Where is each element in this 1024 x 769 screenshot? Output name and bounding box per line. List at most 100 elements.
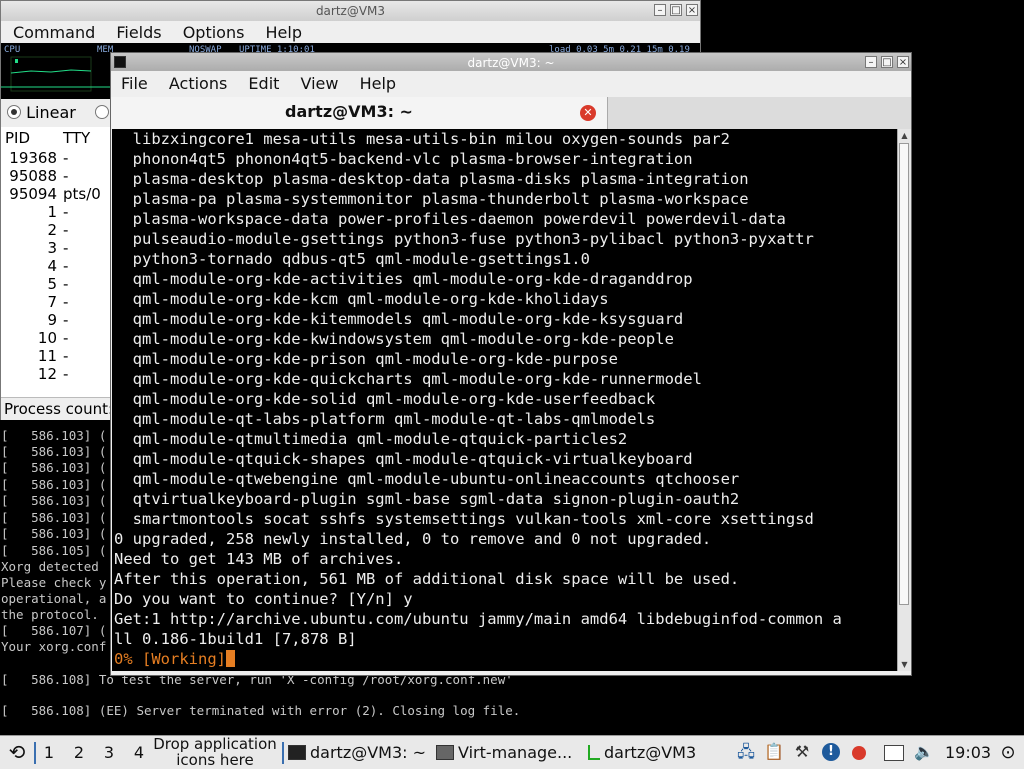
process-row[interactable]: 1- [1, 203, 111, 221]
show-desktop-icon[interactable] [884, 745, 904, 761]
process-row[interactable]: 9- [1, 311, 111, 329]
terminal-line: libzxingcore1 mesa-utils mesa-utils-bin … [114, 130, 730, 148]
process-tty: - [63, 221, 69, 239]
process-pid: 2 [47, 221, 57, 239]
terminal-tab[interactable]: dartz@VM3: ~ ✕ [111, 97, 608, 129]
process-pid: 11 [37, 347, 57, 365]
process-row[interactable]: 3- [1, 239, 111, 257]
menu-help[interactable]: Help [360, 74, 396, 93]
terminal-line: qml-module-org-kde-quickcharts qml-modul… [114, 370, 702, 388]
scrollbar-thumb[interactable] [899, 143, 909, 605]
close-icon[interactable]: × [897, 56, 909, 68]
terminal-progress-line: 0% [Working] [114, 649, 235, 669]
terminal-menubar: File Actions Edit View Help [111, 71, 911, 97]
maximize-icon[interactable]: □ [670, 4, 682, 16]
terminal-cursor [225, 650, 235, 667]
menu-options[interactable]: Options [183, 23, 245, 42]
terminal-line: qml-module-org-kde-kitemmodels qml-modul… [114, 310, 684, 328]
task-process-monitor[interactable]: dartz@VM3 [588, 738, 696, 767]
process-pid: 95094 [9, 185, 57, 203]
terminal-line: 0 upgraded, 258 newly installed, 0 to re… [114, 530, 712, 548]
process-row[interactable]: 19368- [1, 149, 111, 167]
menu-actions[interactable]: Actions [169, 74, 227, 93]
process-row[interactable]: 4- [1, 257, 111, 275]
workspace-2[interactable]: 2 [69, 740, 89, 765]
process-pid: 4 [47, 257, 57, 275]
process-row[interactable]: 7- [1, 293, 111, 311]
task-virt-manager[interactable]: Virt-manage... [436, 738, 572, 767]
close-icon[interactable]: × [686, 4, 698, 16]
maximize-icon[interactable]: □ [881, 56, 893, 68]
process-monitor-titlebar[interactable]: dartz@VM3 – □ × [1, 1, 700, 22]
user-icon[interactable]: ⊙ [998, 736, 1018, 769]
radio-other[interactable] [94, 105, 109, 119]
radio-linear[interactable] [7, 105, 21, 119]
process-monitor-menubar: Command Fields Options Help [1, 21, 700, 45]
notification-icon[interactable]: ! [822, 743, 840, 761]
stop-icon[interactable] [852, 746, 866, 760]
workspace-1[interactable]: 1 [39, 740, 59, 765]
terminal-line: qml-module-org-kde-kwindowsystem qml-mod… [114, 330, 674, 348]
process-count-label: Process count: [4, 400, 114, 418]
menu-help[interactable]: Help [266, 23, 302, 42]
console-line: [ 586.103] ( [1, 460, 107, 475]
clipboard-icon[interactable]: 📋 [764, 742, 784, 762]
scroll-up-icon[interactable]: ▲ [899, 130, 910, 141]
console-line: the protocol. [1, 607, 99, 622]
workspace-3[interactable]: 3 [99, 740, 119, 765]
process-tty: - [63, 203, 69, 221]
process-pid: 9 [47, 311, 57, 329]
menu-file[interactable]: File [121, 74, 148, 93]
process-tty: - [63, 365, 69, 383]
terminal-line: plasma-pa plasma-systemmonitor plasma-th… [114, 190, 749, 208]
tab-close-icon[interactable]: ✕ [580, 105, 596, 121]
process-tty: - [63, 239, 69, 257]
minimize-icon[interactable]: – [654, 4, 666, 16]
clock[interactable]: 19:03 [945, 736, 991, 769]
terminal-line: plasma-desktop plasma-desktop-data plasm… [114, 170, 749, 188]
console-line: Xorg detected [1, 559, 99, 574]
minimize-icon[interactable]: – [865, 56, 877, 68]
terminal-scrollbar[interactable]: ▲ ▼ [897, 129, 911, 671]
terminal-tabbar: dartz@VM3: ~ ✕ [111, 97, 911, 129]
tools-icon[interactable]: ⚒ [792, 742, 812, 762]
task-process-monitor-label: dartz@VM3 [604, 743, 697, 762]
terminal-line: qml-module-qtwebengine qml-module-ubuntu… [114, 470, 740, 488]
terminal-line: python3-tornado qdbus-qt5 qml-module-gse… [114, 250, 590, 268]
menu-edit[interactable]: Edit [248, 74, 279, 93]
network-icon[interactable]: 🖧 [736, 742, 756, 762]
process-row[interactable]: 95088- [1, 167, 111, 185]
menu-command[interactable]: Command [13, 23, 95, 42]
process-row[interactable]: 2- [1, 221, 111, 239]
start-menu-icon[interactable]: ⟲ [4, 736, 30, 769]
terminal-line: smartmontools socat sshfs systemsettings… [114, 510, 814, 528]
process-row[interactable]: 10- [1, 329, 111, 347]
monitor-icon [588, 745, 600, 760]
terminal-window[interactable]: dartz@VM3: ~ – □ × File Actions Edit Vie… [110, 52, 912, 676]
process-pid: 7 [47, 293, 57, 311]
menu-fields[interactable]: Fields [116, 23, 161, 42]
process-pid: 5 [47, 275, 57, 293]
console-line: [ 586.103] ( [1, 493, 107, 508]
menu-view[interactable]: View [301, 74, 339, 93]
process-row[interactable]: 12- [1, 365, 111, 383]
terminal-title: dartz@VM3: ~ [467, 56, 555, 70]
process-row[interactable]: 5- [1, 275, 111, 293]
launcher-drop-hint: Drop application icons here [153, 735, 277, 769]
process-tty: - [63, 329, 69, 347]
terminal-line: Get:1 http://archive.ubuntu.com/ubuntu j… [114, 610, 842, 628]
process-row[interactable]: 95094 pts/0 [1, 185, 111, 203]
workspace-4[interactable]: 4 [129, 740, 149, 765]
column-header-pid[interactable]: PID [5, 127, 30, 149]
terminal-output[interactable]: libzxingcore1 mesa-utils mesa-utils-bin … [112, 129, 897, 671]
scroll-down-icon[interactable]: ▼ [899, 659, 910, 670]
column-header-tty[interactable]: TTY [63, 127, 90, 149]
process-tty: - [63, 149, 69, 167]
volume-icon[interactable]: 🔈 [914, 742, 934, 762]
taskbar-separator [282, 742, 284, 764]
process-row[interactable]: 11- [1, 347, 111, 365]
task-virt-manager-label: Virt-manage... [458, 743, 573, 762]
process-pid: 19368 [9, 149, 57, 167]
task-terminal[interactable]: dartz@VM3: ~ [288, 738, 426, 767]
process-tty: - [63, 167, 69, 185]
